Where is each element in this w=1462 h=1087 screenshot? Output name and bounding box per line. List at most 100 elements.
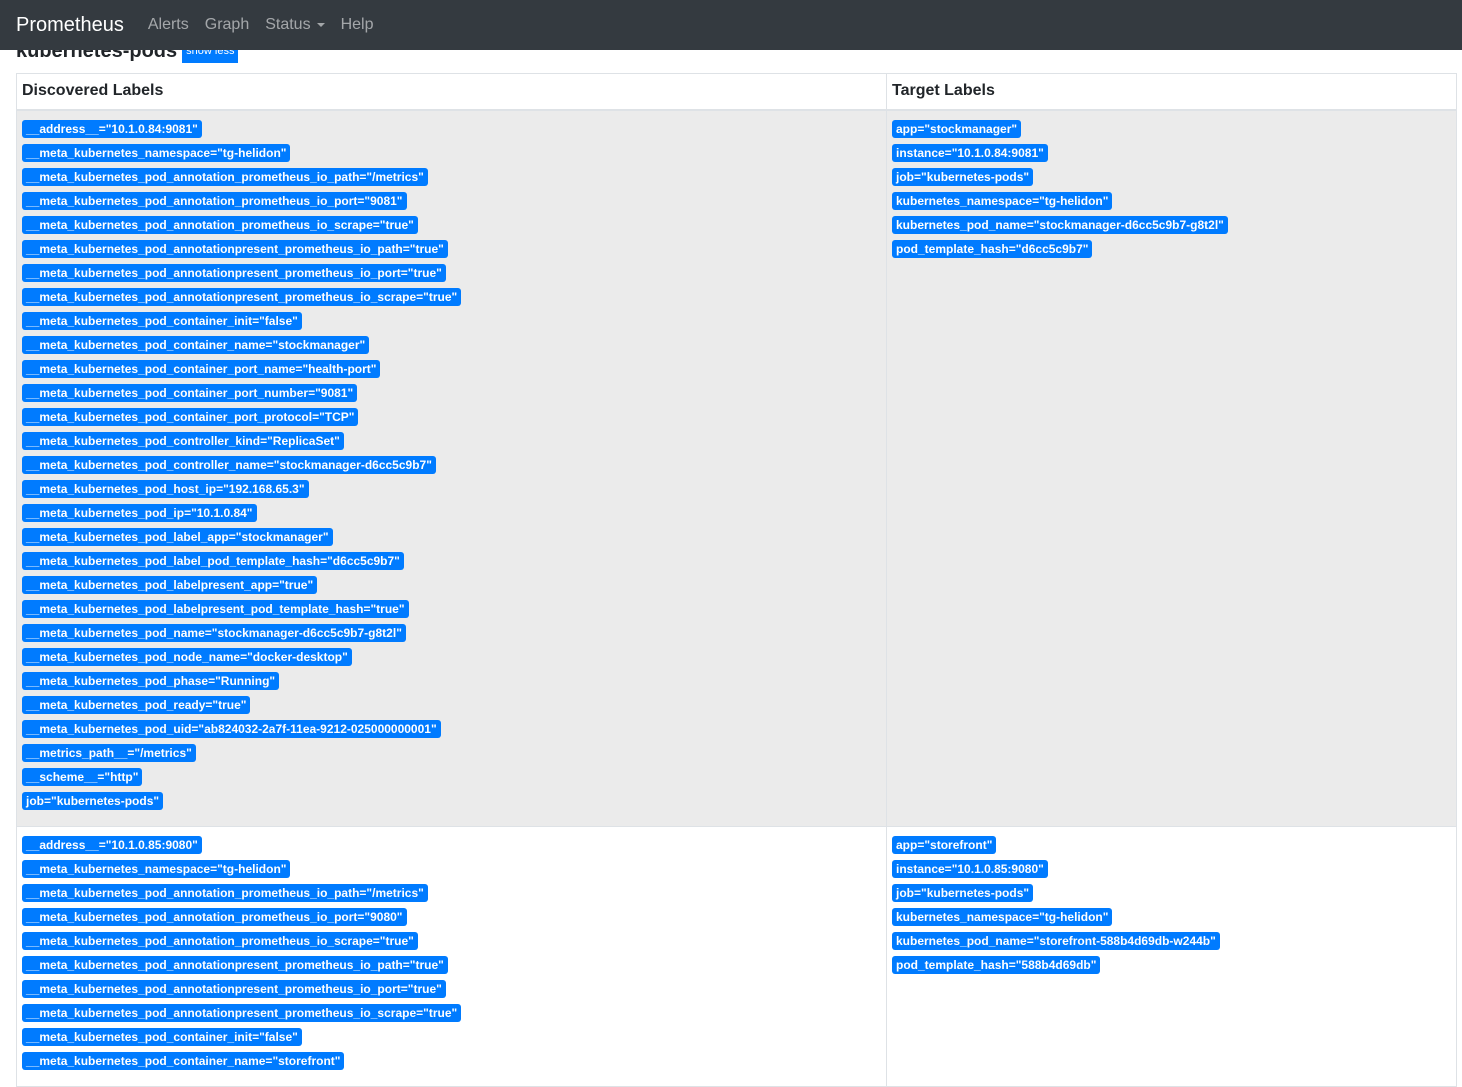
discovered-label-badge: __meta_kubernetes_pod_annotationpresent_…	[22, 955, 448, 974]
label-line: __meta_kubernetes_pod_name="stockmanager…	[22, 623, 881, 648]
label-line: __meta_kubernetes_pod_annotation_prometh…	[22, 167, 881, 192]
discovered-label-badge: __meta_kubernetes_pod_labelpresent_app="…	[22, 575, 318, 594]
label-line: kubernetes_pod_name="stockmanager-d6cc5c…	[892, 215, 1451, 240]
discovered-label-badge: __meta_kubernetes_pod_annotationpresent_…	[22, 287, 462, 306]
label-line: pod_template_hash="d6cc5c9b7"	[892, 239, 1451, 264]
discovered-label-badge: __address__="10.1.0.84:9081"	[22, 119, 202, 138]
label-line: __meta_kubernetes_pod_container_port_nam…	[22, 359, 881, 384]
label-line: __meta_kubernetes_pod_container_init="fa…	[22, 1027, 881, 1052]
target-label-badge: kubernetes_namespace="tg-helidon"	[892, 191, 1113, 210]
target-label-badge: kubernetes_namespace="tg-helidon"	[892, 907, 1113, 926]
label-line: __meta_kubernetes_pod_container_name="st…	[22, 1051, 881, 1076]
target-label-badge: pod_template_hash="d6cc5c9b7"	[892, 239, 1093, 258]
discovered-label-badge: __meta_kubernetes_pod_ip="10.1.0.84"	[22, 503, 257, 522]
label-line: __meta_kubernetes_pod_label_app="stockma…	[22, 527, 881, 552]
target-label-badge: app="storefront"	[892, 835, 997, 854]
label-line: __meta_kubernetes_pod_annotationpresent_…	[22, 1003, 881, 1028]
discovered-label-badge: __scheme__="http"	[22, 767, 143, 786]
label-line: app="storefront"	[892, 835, 1451, 860]
header-target-labels: Target Labels	[886, 73, 1457, 111]
discovered-label-badge: __meta_kubernetes_pod_controller_kind="R…	[22, 431, 344, 450]
target-label-badge: kubernetes_pod_name="storefront-588b4d69…	[892, 931, 1220, 950]
discovered-label-badge: __meta_kubernetes_pod_container_init="fa…	[22, 311, 302, 330]
discovered-label-badge: __meta_kubernetes_pod_annotationpresent_…	[22, 239, 448, 258]
label-line: __meta_kubernetes_pod_annotation_prometh…	[22, 191, 881, 216]
table-row: __address__="10.1.0.84:9081" __meta_kuber…	[16, 109, 1457, 827]
discovered-label-badge: __meta_kubernetes_namespace="tg-helidon"	[22, 143, 291, 162]
label-line: pod_template_hash="588b4d69db"	[892, 955, 1451, 980]
label-line: job="kubernetes-pods"	[892, 167, 1451, 192]
label-line: kubernetes_namespace="tg-helidon"	[892, 907, 1451, 932]
target-label-badge: job="kubernetes-pods"	[892, 167, 1034, 186]
target-label-badge: instance="10.1.0.85:9080"	[892, 859, 1048, 878]
label-line: __metrics_path__="/metrics"	[22, 743, 881, 768]
discovered-labels-cell: __address__="10.1.0.84:9081" __meta_kuber…	[16, 109, 887, 827]
brand-logo[interactable]: Prometheus	[16, 14, 124, 37]
label-line: __meta_kubernetes_pod_host_ip="192.168.6…	[22, 479, 881, 504]
discovered-label-badge: __meta_kubernetes_pod_label_app="stockma…	[22, 527, 333, 546]
label-line: __meta_kubernetes_pod_controller_kind="R…	[22, 431, 881, 456]
label-line: __meta_kubernetes_pod_labelpresent_pod_t…	[22, 599, 881, 624]
label-line: __meta_kubernetes_pod_annotationpresent_…	[22, 979, 881, 1004]
label-line: kubernetes_pod_name="storefront-588b4d69…	[892, 931, 1451, 956]
discovered-label-badge: __meta_kubernetes_pod_container_name="st…	[22, 335, 370, 354]
discovered-label-badge: __meta_kubernetes_pod_ready="true"	[22, 695, 251, 714]
discovered-label-badge: __meta_kubernetes_pod_container_name="st…	[22, 1051, 345, 1070]
navbar: Prometheus Alerts Graph Status Help	[0, 0, 1462, 50]
discovered-label-badge: __meta_kubernetes_pod_container_port_pro…	[22, 407, 359, 426]
target-labels-cell: app="stockmanager" instance="10.1.0.84:90…	[886, 109, 1457, 827]
discovered-label-badge: __meta_kubernetes_pod_container_init="fa…	[22, 1027, 302, 1046]
discovered-label-badge: __meta_kubernetes_pod_annotationpresent_…	[22, 263, 446, 282]
table-row: __address__="10.1.0.85:9080" __meta_kuber…	[16, 825, 1457, 1087]
label-line: __meta_kubernetes_pod_label_pod_template…	[22, 551, 881, 576]
discovered-label-badge: job="kubernetes-pods"	[22, 791, 164, 810]
label-line: __meta_kubernetes_pod_container_init="fa…	[22, 311, 881, 336]
discovered-label-badge: __meta_kubernetes_pod_container_port_num…	[22, 383, 358, 402]
nav-status-label: Status	[265, 16, 311, 33]
discovered-label-badge: __meta_kubernetes_pod_annotation_prometh…	[22, 191, 407, 210]
target-label-badge: app="stockmanager"	[892, 119, 1022, 138]
label-line: __meta_kubernetes_pod_container_name="st…	[22, 335, 881, 360]
discovered-label-badge: __metrics_path__="/metrics"	[22, 743, 196, 762]
label-line: __meta_kubernetes_pod_controller_name="s…	[22, 455, 881, 480]
discovered-labels-cell: __address__="10.1.0.85:9080" __meta_kuber…	[16, 825, 887, 1087]
label-line: __meta_kubernetes_pod_annotationpresent_…	[22, 239, 881, 264]
discovered-label-badge: __meta_kubernetes_pod_label_pod_template…	[22, 551, 404, 570]
label-line: __meta_kubernetes_pod_ip="10.1.0.84"	[22, 503, 881, 528]
label-line: __meta_kubernetes_pod_annotationpresent_…	[22, 287, 881, 312]
label-line: __meta_kubernetes_namespace="tg-helidon"	[22, 143, 881, 168]
discovered-label-badge: __meta_kubernetes_pod_annotation_prometh…	[22, 215, 418, 234]
label-line: __meta_kubernetes_pod_container_port_num…	[22, 383, 881, 408]
discovered-label-badge: __meta_kubernetes_pod_phase="Running"	[22, 671, 280, 690]
target-label-badge: pod_template_hash="588b4d69db"	[892, 955, 1101, 974]
discovered-label-badge: __meta_kubernetes_pod_container_port_nam…	[22, 359, 381, 378]
discovered-label-badge: __meta_kubernetes_pod_node_name="docker-…	[22, 647, 352, 666]
table-header-row: Discovered Labels Target Labels	[16, 73, 1457, 111]
label-line: __meta_kubernetes_pod_annotation_prometh…	[22, 215, 881, 240]
target-label-badge: job="kubernetes-pods"	[892, 883, 1034, 902]
label-line: __meta_kubernetes_pod_annotationpresent_…	[22, 955, 881, 980]
discovered-label-badge: __meta_kubernetes_pod_labelpresent_pod_t…	[22, 599, 409, 618]
nav-help[interactable]: Help	[341, 16, 374, 34]
discovered-label-badge: __meta_kubernetes_pod_controller_name="s…	[22, 455, 436, 474]
label-line: __meta_kubernetes_pod_annotation_prometh…	[22, 907, 881, 932]
label-line: app="stockmanager"	[892, 119, 1451, 144]
targets-table: Discovered Labels Target Labels __addres…	[16, 73, 1457, 1087]
label-line: __meta_kubernetes_namespace="tg-helidon"	[22, 859, 881, 884]
discovered-label-badge: __meta_kubernetes_pod_host_ip="192.168.6…	[22, 479, 309, 498]
label-line: kubernetes_namespace="tg-helidon"	[892, 191, 1451, 216]
label-line: __meta_kubernetes_pod_uid="ab824032-2a7f…	[22, 719, 881, 744]
target-label-badge: kubernetes_pod_name="stockmanager-d6cc5c…	[892, 215, 1228, 234]
label-line: __meta_kubernetes_pod_annotation_prometh…	[22, 931, 881, 956]
discovered-label-badge: __address__="10.1.0.85:9080"	[22, 835, 202, 854]
target-label-badge: instance="10.1.0.84:9081"	[892, 143, 1048, 162]
label-line: __address__="10.1.0.85:9080"	[22, 835, 881, 860]
label-line: __meta_kubernetes_pod_annotationpresent_…	[22, 263, 881, 288]
label-line: __meta_kubernetes_pod_node_name="docker-…	[22, 647, 881, 672]
discovered-label-badge: __meta_kubernetes_pod_annotationpresent_…	[22, 979, 446, 998]
nav-status-dropdown[interactable]: Status	[265, 16, 325, 34]
nav-graph[interactable]: Graph	[205, 16, 249, 34]
discovered-label-badge: __meta_kubernetes_pod_annotation_prometh…	[22, 907, 407, 926]
nav-alerts[interactable]: Alerts	[148, 16, 189, 34]
chevron-down-icon	[316, 22, 325, 27]
